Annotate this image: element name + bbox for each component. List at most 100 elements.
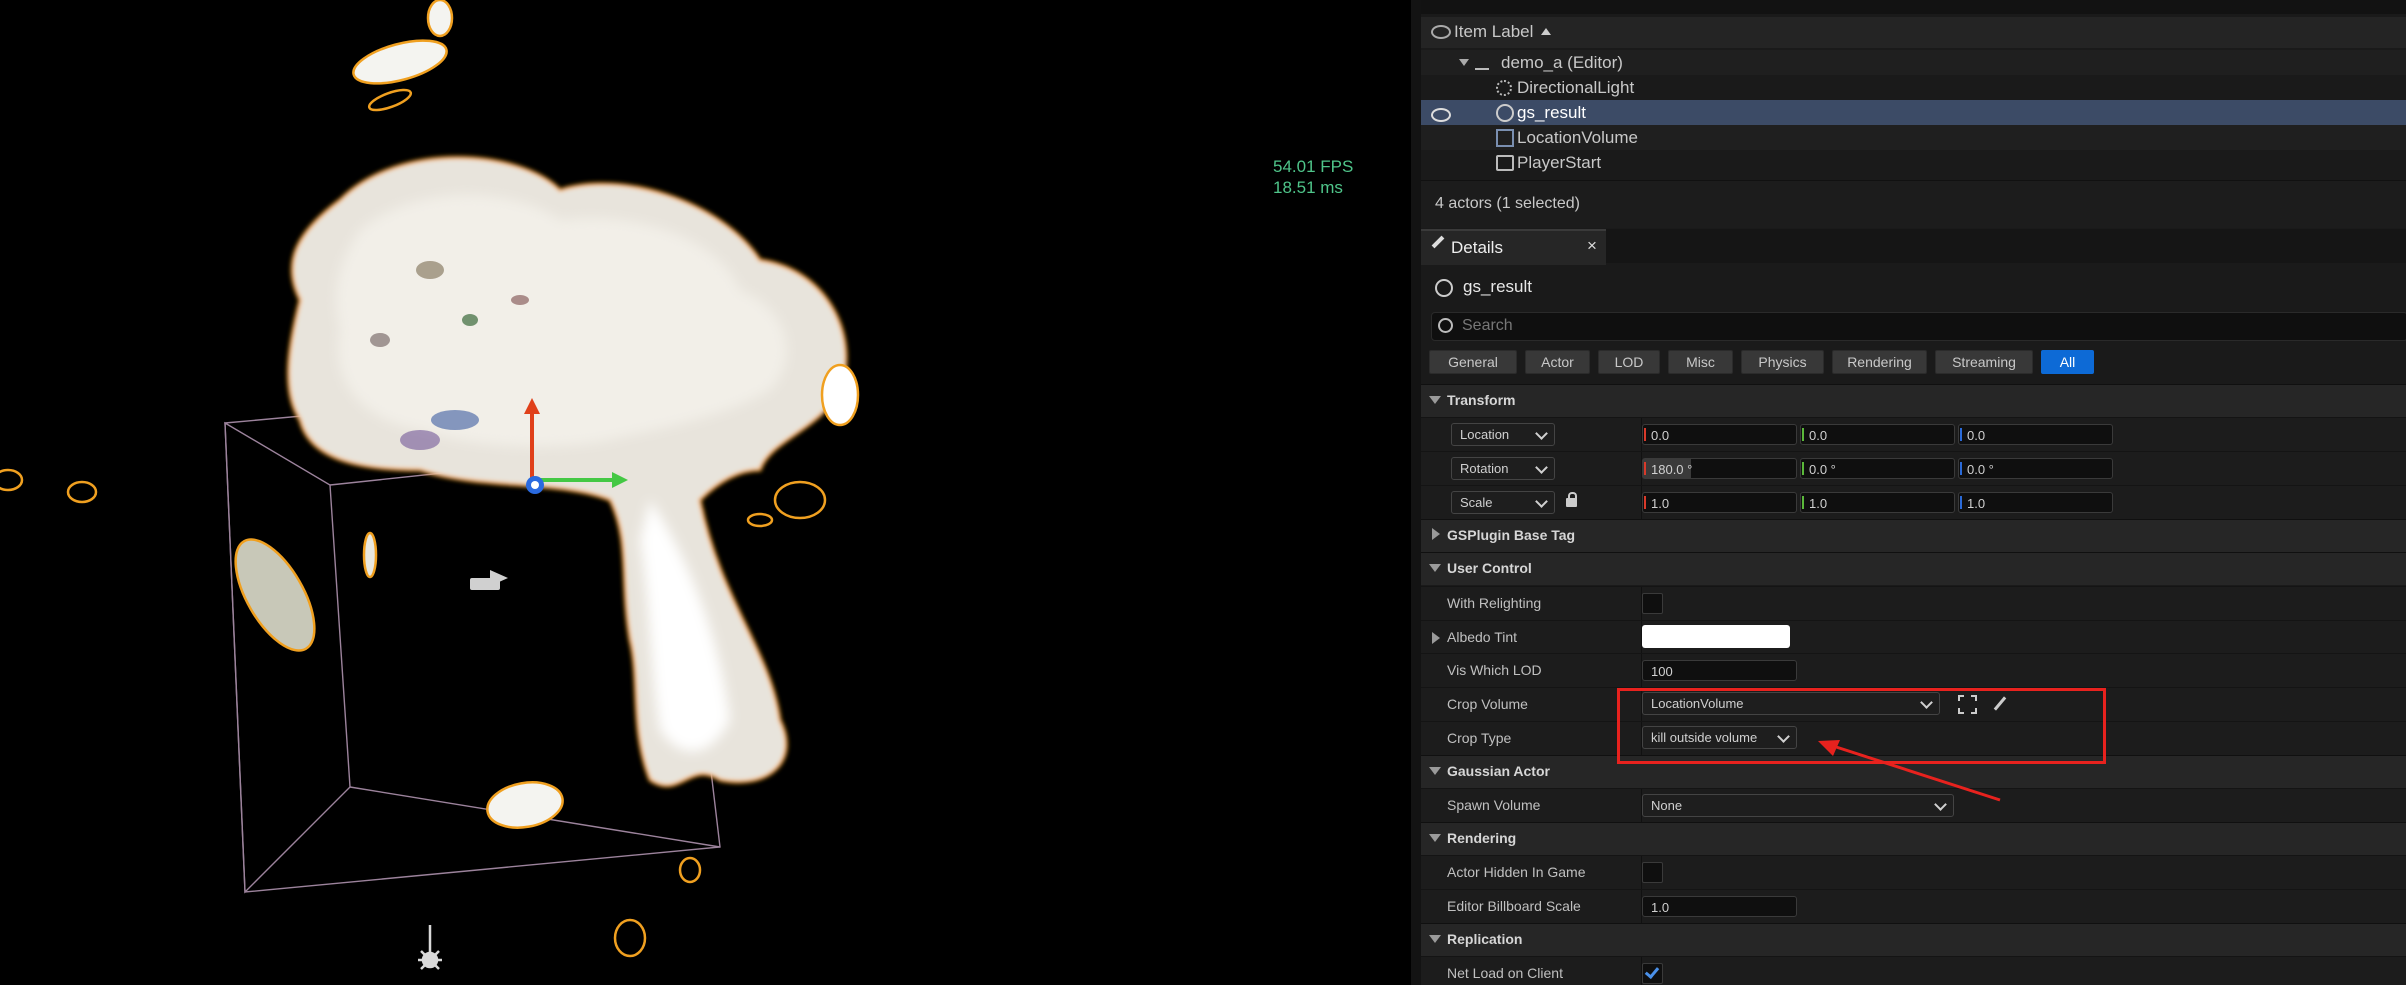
filter-physics[interactable]: Physics <box>1741 350 1824 374</box>
scale-mode-dropdown[interactable]: Scale <box>1451 491 1555 514</box>
scale-y-value: 1.0 <box>1809 496 1828 511</box>
sun-icon <box>1496 80 1512 96</box>
details-search-input[interactable]: Search <box>1431 312 2406 341</box>
panel-splitter[interactable] <box>1411 0 1421 985</box>
scale-y-field[interactable]: 1.0 <box>1800 492 1955 513</box>
collapse-arrow-icon <box>1429 767 1441 775</box>
scale-label: Scale <box>1460 495 1493 510</box>
volume-icon <box>1496 129 1514 147</box>
scale-z-field[interactable]: 1.0 <box>1958 492 2113 513</box>
location-label: Location <box>1460 427 1510 442</box>
outliner-item-label: demo_a (Editor) <box>1501 53 1623 72</box>
category-rendering[interactable]: Rendering <box>1421 822 2406 855</box>
prop-label: Actor Hidden In Game <box>1447 864 1586 880</box>
with-relighting-checkbox[interactable] <box>1642 593 1663 614</box>
actor-icon <box>1435 279 1453 297</box>
player-start-icon <box>1496 155 1514 171</box>
collapse-arrow-icon <box>1429 564 1441 572</box>
prop-label: Net Load on Client <box>1447 965 1563 981</box>
rotation-label: Rotation <box>1460 461 1509 476</box>
outliner-item-label: LocationVolume <box>1517 128 1638 147</box>
location-y-field[interactable]: 0.0 <box>1800 424 1955 445</box>
filter-rendering[interactable]: Rendering <box>1832 350 1927 374</box>
close-tab-icon[interactable]: × <box>1587 236 1597 256</box>
actor-hidden-checkbox[interactable] <box>1642 862 1663 883</box>
filter-all[interactable]: All <box>2041 350 2094 374</box>
rotation-z-field[interactable]: 0.0 ° <box>1958 458 2113 479</box>
outliner-item-label: DirectionalLight <box>1517 78 1635 97</box>
location-z-value: 0.0 <box>1967 428 1986 443</box>
albedo-tint-color-swatch[interactable] <box>1642 625 1790 648</box>
location-mode-dropdown[interactable]: Location <box>1451 423 1555 446</box>
expand-arrow-icon[interactable] <box>1432 632 1440 644</box>
vis-which-lod-field[interactable]: 100 <box>1642 660 1797 681</box>
collapse-arrow-icon[interactable] <box>1459 59 1469 66</box>
location-x-field[interactable]: 0.0 <box>1642 424 1797 445</box>
rotation-mode-dropdown[interactable]: Rotation <box>1451 457 1555 480</box>
item-label-header[interactable]: Item Label <box>1454 22 1533 42</box>
eye-icon[interactable] <box>1431 108 1451 122</box>
outliner-row-location-volume[interactable]: LocationVolume <box>1421 125 2406 150</box>
actor-count: 4 actors (1 selected) <box>1435 195 1580 212</box>
outliner-row-demo-a[interactable]: demo_a (Editor) <box>1421 50 2406 75</box>
outliner-header[interactable]: Item Label <box>1421 17 2406 48</box>
rotation-x-value: 180.0 ° <box>1651 462 1693 477</box>
prop-label: With Relighting <box>1447 595 1542 611</box>
rotation-y-value: 0.0 ° <box>1809 462 1836 477</box>
outliner-row-player-start[interactable]: PlayerStart <box>1421 150 2406 175</box>
fps-counter: 54.01 FPS 18.51 ms <box>1273 156 1353 198</box>
spawn-volume-value: None <box>1651 798 1683 813</box>
y-axis-marker <box>1802 428 1804 441</box>
level-viewport[interactable]: 54.01 FPS 18.51 ms <box>0 0 1411 985</box>
category-title: User Control <box>1447 560 1532 576</box>
filter-lod[interactable]: LOD <box>1598 350 1660 374</box>
level-icon <box>1475 56 1489 70</box>
scale-x-value: 1.0 <box>1651 496 1670 511</box>
category-user-control[interactable]: User Control <box>1421 552 2406 585</box>
filter-streaming[interactable]: Streaming <box>1935 350 2033 374</box>
scale-x-field[interactable]: 1.0 <box>1642 492 1797 513</box>
net-load-checkbox[interactable] <box>1642 963 1663 984</box>
gaussian-splat-cloud <box>286 156 848 788</box>
filter-actor[interactable]: Actor <box>1525 350 1590 374</box>
rotation-y-field[interactable]: 0.0 ° <box>1800 458 1955 479</box>
prop-net-load-on-client: Net Load on Client <box>1421 956 2406 985</box>
category-title: GSPlugin Base Tag <box>1447 527 1576 543</box>
editor-side-panel: Item Label demo_a (Editor) DirectionalLi… <box>1421 0 2406 985</box>
tab-details[interactable]: Details × <box>1421 229 1606 265</box>
outliner-toolbar <box>1421 0 2406 14</box>
outliner-item-label: gs_result <box>1517 103 1586 122</box>
billboard-scale-field[interactable]: 1.0 <box>1642 896 1797 917</box>
location-x-value: 0.0 <box>1651 428 1670 443</box>
outliner-row-directional-light[interactable]: DirectionalLight <box>1421 75 2406 100</box>
category-title: Transform <box>1447 392 1516 408</box>
sort-ascending-icon[interactable] <box>1541 28 1551 35</box>
outliner-row-gs-result[interactable]: gs_result <box>1421 100 2406 125</box>
location-z-field[interactable]: 0.0 <box>1958 424 2113 445</box>
category-title: Replication <box>1447 931 1523 947</box>
filter-general[interactable]: General <box>1429 350 1517 374</box>
directional-light-icon <box>418 925 442 970</box>
viewport-scene <box>0 0 860 970</box>
z-axis-marker <box>1960 462 1962 475</box>
category-title: Rendering <box>1447 830 1517 846</box>
eye-icon[interactable] <box>1431 25 1451 39</box>
chevron-down-icon <box>1535 461 1548 474</box>
collapse-arrow-icon <box>1429 834 1441 842</box>
category-replication[interactable]: Replication <box>1421 923 2406 956</box>
category-transform[interactable]: Transform <box>1421 384 2406 417</box>
filter-misc[interactable]: Misc <box>1668 350 1733 374</box>
outliner-item-label: PlayerStart <box>1517 153 1602 172</box>
lock-shackle <box>1568 492 1577 500</box>
outliner-status-bar: 4 actors (1 selected) <box>1421 180 2406 228</box>
rotation-x-field[interactable]: 180.0 ° <box>1642 458 1797 479</box>
annotation-arrow <box>1818 740 2001 802</box>
z-axis-marker <box>1960 496 1962 509</box>
prop-label: Albedo Tint <box>1447 629 1518 645</box>
x-axis-marker <box>1644 462 1646 475</box>
rotation-z-value: 0.0 ° <box>1967 462 1994 477</box>
prop-label: Vis Which LOD <box>1447 662 1542 678</box>
prop-actor-hidden-in-game: Actor Hidden In Game <box>1421 855 2406 889</box>
category-gsplugin-base-tag[interactable]: GSPlugin Base Tag <box>1421 519 2406 552</box>
prop-albedo-tint: Albedo Tint <box>1421 620 2406 654</box>
